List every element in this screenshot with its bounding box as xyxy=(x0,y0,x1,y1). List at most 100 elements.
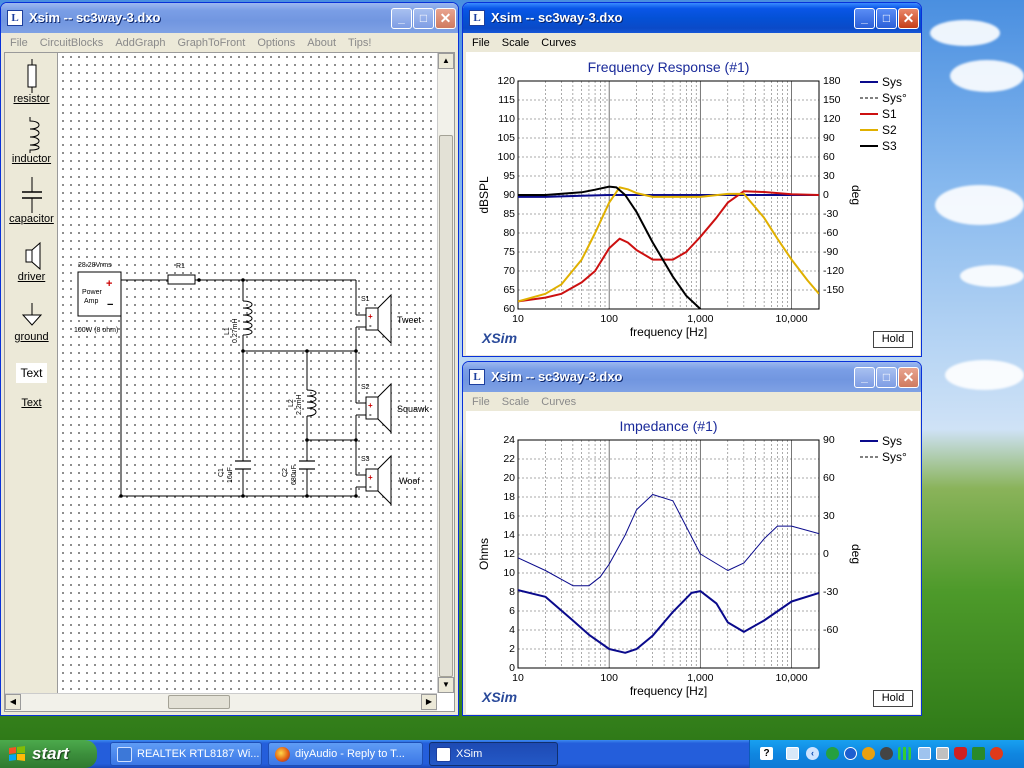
volume-icon[interactable] xyxy=(936,747,949,760)
menu-scale[interactable]: Scale xyxy=(496,396,536,408)
maximize-button[interactable]: □ xyxy=(876,367,897,388)
vertical-scrollbar[interactable]: ▲ ▼ xyxy=(437,53,454,693)
x-tick-label: 10,000 xyxy=(775,672,807,684)
y-tick-label: 100 xyxy=(497,151,515,163)
display-icon[interactable] xyxy=(918,747,931,760)
y2-tick-label: 120 xyxy=(823,113,841,125)
wireless-signal-icon[interactable] xyxy=(898,747,911,760)
menu-file[interactable]: File xyxy=(4,37,34,49)
start-button[interactable]: start xyxy=(0,740,97,768)
menu-tips[interactable]: Tips! xyxy=(342,37,377,49)
frequency-titlebar[interactable]: L Xsim -- sc3way-3.dxo _ □ ✕ xyxy=(463,3,921,33)
close-button[interactable]: ✕ xyxy=(898,367,919,388)
menu-curves[interactable]: Curves xyxy=(535,396,582,408)
alert-icon[interactable] xyxy=(990,747,1003,760)
circuit-diagram: R1 L1 0.27mH L2 2.2mH C1 16uF C2 680uF 2… xyxy=(74,262,430,506)
scroll-right-arrow[interactable]: ▶ xyxy=(421,694,437,710)
s1-label: S1 xyxy=(361,296,370,303)
vertical-scroll-thumb[interactable] xyxy=(439,135,453,677)
task-xsim[interactable]: XSim xyxy=(429,742,558,766)
palette-inductor[interactable]: inductor xyxy=(7,117,56,165)
shield-icon[interactable] xyxy=(954,747,967,760)
menu-curves[interactable]: Curves xyxy=(535,37,582,49)
speaker-s3[interactable]: S3 + - Woof xyxy=(361,454,420,506)
r1-label: R1 xyxy=(176,263,185,270)
x-tick-label: 10 xyxy=(512,672,524,684)
svg-text:−: − xyxy=(107,299,113,311)
palette-capacitor[interactable]: capacitor xyxy=(7,177,56,225)
x-tick-label: 10 xyxy=(512,313,524,325)
xsim-app-icon: L xyxy=(469,369,485,385)
palette-driver[interactable]: driver xyxy=(7,241,56,283)
y-tick-label: 16 xyxy=(503,510,515,522)
bluetooth-icon[interactable] xyxy=(844,747,857,760)
y-tick-label: 22 xyxy=(503,453,515,465)
c2-value: 680uF xyxy=(291,465,298,485)
scroll-up-arrow[interactable]: ▲ xyxy=(438,53,454,69)
horizontal-scroll-thumb[interactable] xyxy=(168,695,230,709)
x-tick-label: 1,000 xyxy=(687,313,713,325)
hold-button[interactable]: Hold xyxy=(873,331,913,348)
impedance-titlebar[interactable]: L Xsim -- sc3way-3.dxo _ □ ✕ xyxy=(463,362,921,392)
update-icon[interactable] xyxy=(862,747,875,760)
inductor-icon xyxy=(29,117,39,153)
y2-tick-label: -150 xyxy=(823,284,844,296)
horizontal-scrollbar[interactable]: ◀ ▶ xyxy=(5,693,437,711)
schematic-titlebar[interactable]: L Xsim -- sc3way-3.dxo _ □ ✕ xyxy=(1,3,458,33)
safely-remove-icon[interactable] xyxy=(972,747,985,760)
minimize-button[interactable]: _ xyxy=(391,8,412,29)
maximize-button[interactable]: □ xyxy=(876,8,897,29)
speaker-s2[interactable]: S2 + - Squawk xyxy=(361,382,430,434)
y2-tick-label: -60 xyxy=(823,624,838,636)
palette-text[interactable]: Text xyxy=(7,397,56,409)
power-amp-label-2: Amp xyxy=(84,298,99,305)
windows-logo-icon xyxy=(9,746,25,761)
close-button[interactable]: ✕ xyxy=(435,8,456,29)
minimize-button[interactable]: _ xyxy=(854,367,875,388)
system-tray: ? ‹ xyxy=(749,740,1024,768)
schematic-canvas[interactable]: R1 L1 0.27mH L2 2.2mH C1 16uF C2 680uF 2… xyxy=(59,53,437,693)
menu-options[interactable]: Options xyxy=(251,37,301,49)
palette-text-box[interactable]: Text xyxy=(7,363,56,383)
y2-tick-label: 30 xyxy=(823,510,835,522)
hold-button[interactable]: Hold xyxy=(873,690,913,707)
speaker-s1[interactable]: S1 + - Tweet xyxy=(361,293,422,345)
y-tick-label: 4 xyxy=(509,624,515,636)
tweet-label: Tweet xyxy=(397,315,422,325)
menu-circuitblocks[interactable]: CircuitBlocks xyxy=(34,37,110,49)
palette-resistor[interactable]: resistor xyxy=(7,59,56,105)
l1-inductor[interactable] xyxy=(242,300,253,336)
menu-file[interactable]: File xyxy=(466,396,496,408)
palette-ground[interactable]: ground xyxy=(7,303,56,343)
security-icon[interactable] xyxy=(880,747,893,760)
scroll-left-arrow[interactable]: ◀ xyxy=(5,694,21,710)
menu-graphtofront[interactable]: GraphToFront xyxy=(171,37,251,49)
y-tick-label: 70 xyxy=(503,265,515,277)
menu-addgraph[interactable]: AddGraph xyxy=(109,37,171,49)
help-icon[interactable]: ? xyxy=(760,747,773,760)
source-voltage: 28.28Vrms xyxy=(78,262,112,269)
task-realtek[interactable]: REALTEK RTL8187 Wi... xyxy=(110,742,262,766)
y-tick-label: 105 xyxy=(497,132,515,144)
y-tick-label: 65 xyxy=(503,284,515,296)
y2-tick-label: 30 xyxy=(823,170,835,182)
menu-scale[interactable]: Scale xyxy=(496,37,536,49)
ground-icon xyxy=(21,303,42,326)
show-hidden-icons-icon[interactable]: ‹ xyxy=(806,747,819,760)
task-label-firefox: diyAudio - Reply to T... xyxy=(295,748,405,760)
l2-inductor[interactable] xyxy=(306,389,317,417)
menu-about[interactable]: About xyxy=(301,37,342,49)
xsim-brand: XSim xyxy=(481,330,517,346)
y2-tick-label: -60 xyxy=(823,227,838,239)
task-firefox[interactable]: diyAudio - Reply to T... xyxy=(268,742,423,766)
frequency-graph-area: Frequency Response (#1) 120 115 110 105 100 95… xyxy=(466,52,920,355)
sync-icon[interactable] xyxy=(826,747,839,760)
maximize-button[interactable]: □ xyxy=(413,8,434,29)
scroll-down-arrow[interactable]: ▼ xyxy=(438,677,454,693)
network-connections-icon[interactable] xyxy=(786,747,799,760)
menu-file[interactable]: File xyxy=(466,37,496,49)
y2-axis-label: deg xyxy=(849,544,863,564)
close-button[interactable]: ✕ xyxy=(898,8,919,29)
minimize-button[interactable]: _ xyxy=(854,8,875,29)
y2-tick-label: 60 xyxy=(823,151,835,163)
